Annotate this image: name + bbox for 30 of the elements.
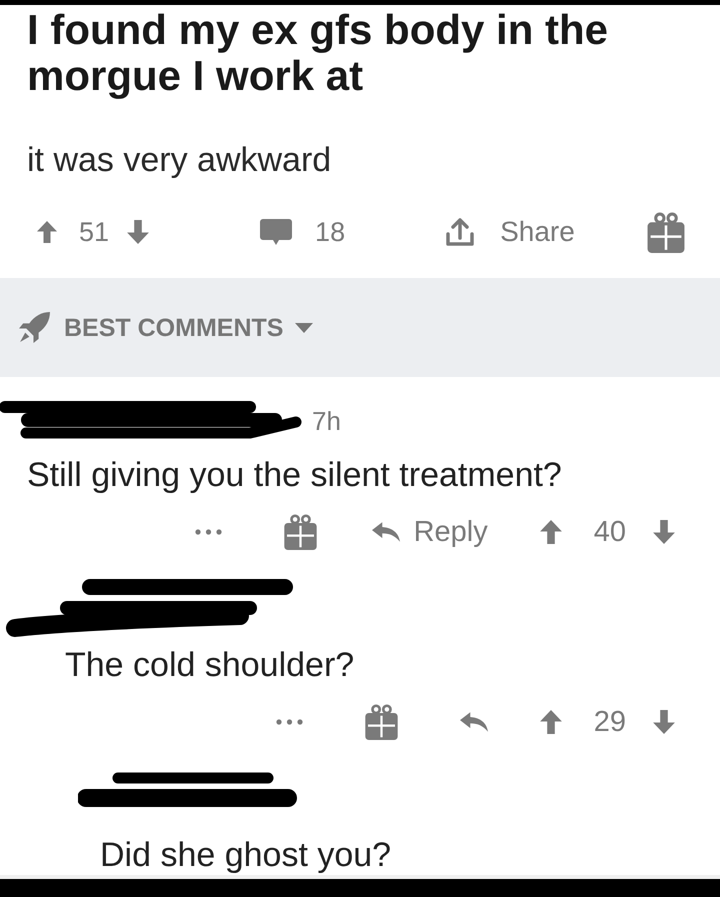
share-icon (445, 217, 476, 247)
reply-arrow-icon (372, 522, 400, 542)
arrow-down-icon[interactable] (127, 220, 150, 244)
caret-down-icon (295, 322, 314, 332)
arrow-up-icon[interactable] (540, 710, 562, 734)
reply-button[interactable]: Reply (372, 515, 488, 549)
rocket-icon (18, 311, 51, 344)
more-icon[interactable] (194, 529, 222, 535)
arrow-up-icon[interactable] (37, 221, 57, 243)
share-button[interactable]: Share (445, 216, 575, 248)
comment-age: 7h (312, 406, 341, 436)
vote-count: 29 (594, 705, 626, 739)
gift-icon[interactable] (646, 212, 685, 252)
sort-dropdown[interactable]: BEST COMMENTS (18, 311, 314, 344)
more-icon[interactable] (276, 719, 303, 725)
post-body: it was very awkward (27, 140, 332, 180)
vote-count: 51 (79, 216, 110, 248)
vote-count: 40 (594, 515, 626, 549)
reply-arrow-icon[interactable] (460, 712, 488, 732)
arrow-up-icon[interactable] (540, 520, 562, 544)
comment-count: 18 (315, 216, 346, 248)
comment-bubble-icon[interactable] (260, 218, 292, 246)
post-title: I found my ex gfs body in the morgue I work at (27, 7, 610, 99)
comment-text: Still giving you the silent treatment? (27, 455, 563, 495)
arrow-down-icon[interactable] (653, 710, 675, 734)
arrow-down-icon[interactable] (653, 520, 675, 544)
gift-icon[interactable] (364, 704, 398, 740)
comment-text: The cold shoulder? (65, 645, 356, 685)
gift-icon[interactable] (284, 514, 317, 550)
comment-text: Did she ghost you? (100, 835, 392, 875)
